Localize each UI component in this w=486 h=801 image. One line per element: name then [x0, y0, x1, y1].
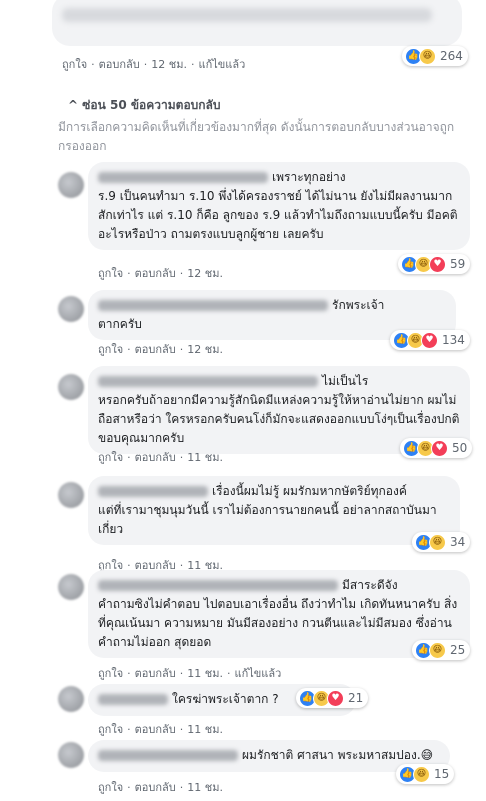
commenter-name[interactable] [98, 300, 328, 311]
blurred-text [62, 8, 432, 22]
avatar[interactable] [58, 482, 84, 508]
like-link[interactable]: ถูกใจ [98, 781, 123, 794]
haha-reaction-icon: 😆 [429, 641, 446, 659]
reply-bubble: ผมรักชาติ ศาสนา พระมหาสมปอง.😅 [88, 740, 450, 772]
avatar[interactable] [58, 374, 84, 400]
timestamp[interactable]: 12 ชม. [187, 343, 223, 356]
reply-reactions[interactable]: 👍 😆 ♥ 59 [398, 254, 471, 274]
haha-reaction-icon: 😆 [413, 765, 430, 783]
like-link[interactable]: ถูกใจ [98, 451, 123, 464]
reply-actions: ถูกใจ · ตอบกลับ · 11 ชม. [98, 451, 223, 464]
sweat-smile-emoji: 😅 [420, 748, 434, 762]
reply-actions: ถูกใจ · ตอบกลับ · 11 ชม. · แก้ไขแล้ว [98, 667, 282, 680]
timestamp[interactable]: 11 ชม. [187, 667, 223, 680]
reply-actions: ถูกใจ · ตอบกลับ · 12 ชม. [98, 267, 223, 280]
reply-actions: ถูกใจ · ตอบกลับ · 11 ชม. [98, 723, 223, 736]
reply-bubble: เพราะทุกอย่าง ร.9 เป็นคนทำมา ร.10 พึ่งได… [88, 162, 470, 250]
reply-reactions[interactable]: 👍 😆 ♥ 134 [390, 330, 470, 350]
reply-link[interactable]: ตอบกลับ [99, 58, 140, 71]
love-reaction-icon: ♥ [421, 331, 438, 349]
reply-link[interactable]: ตอบกลับ [135, 723, 176, 736]
like-link[interactable]: ถูกใจ [98, 667, 123, 680]
like-link[interactable]: ถูกใจ [98, 267, 123, 280]
reply-link[interactable]: ตอบกลับ [135, 267, 176, 280]
reply-actions: ถูกใจ · ตอบกลับ · 11 ชม. [98, 781, 223, 794]
timestamp[interactable]: 12 ชม. [151, 58, 187, 71]
hide-replies-link[interactable]: ^ ซ่อน 50 ข้อความตอบกลับ [68, 96, 221, 115]
timestamp[interactable]: 12 ชม. [187, 267, 223, 280]
avatar[interactable] [58, 296, 84, 322]
reply-reactions[interactable]: 👍 😆 ♥ 50 [400, 438, 473, 458]
timestamp[interactable]: 11 ชม. [187, 781, 223, 794]
commenter-name[interactable] [98, 172, 268, 183]
reply-bubble: เรื่องนี้ผมไม่รู้ ผมรักมหากษัตริย์ทุกองค… [88, 476, 460, 545]
commenter-name[interactable] [98, 486, 208, 497]
avatar[interactable] [58, 574, 84, 600]
reply-link[interactable]: ตอบกลับ [135, 667, 176, 680]
filter-notice: มีการเลือกความคิดเห็นที่เกี่ยวข้องมากที่… [58, 120, 455, 153]
commenter-name[interactable] [98, 580, 338, 591]
reply-link[interactable]: ตอบกลับ [135, 781, 176, 794]
love-reaction-icon: ♥ [327, 689, 344, 707]
reply-reactions[interactable]: 👍 😆 15 [396, 764, 455, 784]
edited-label[interactable]: แก้ไขแล้ว [198, 58, 245, 71]
like-link[interactable]: ถูกใจ [98, 343, 123, 356]
haha-reaction-icon: 😆 [419, 47, 436, 65]
reply-reactions[interactable]: 👍 😆 25 [412, 640, 471, 660]
timestamp[interactable]: 11 ชม. [187, 723, 223, 736]
haha-reaction-icon: 😆 [429, 533, 446, 551]
edited-label[interactable]: แก้ไขแล้ว [234, 667, 281, 680]
reply-link[interactable]: ตอบกลับ [135, 451, 176, 464]
avatar[interactable] [58, 742, 84, 768]
avatar[interactable] [58, 686, 84, 712]
commenter-name[interactable] [98, 750, 238, 761]
avatar[interactable] [58, 172, 84, 198]
commenter-name[interactable] [98, 694, 168, 705]
like-link[interactable]: ถูกใจ [98, 723, 123, 736]
reply-reactions[interactable]: 👍 😆 ♥ 21 [296, 688, 369, 708]
top-comment-bubble [52, 0, 462, 46]
top-comment-reactions[interactable]: 👍 😆 264 [402, 46, 468, 66]
timestamp[interactable]: 11 ชม. [187, 451, 223, 464]
like-link[interactable]: ถูกใจ [62, 58, 87, 71]
reply-text: ผมรักชาติ ศาสนา พระมหาสมปอง. [242, 748, 421, 762]
love-reaction-icon: ♥ [431, 439, 448, 457]
reply-actions: ถูกใจ · ตอบกลับ · 12 ชม. [98, 343, 223, 356]
reply-reactions[interactable]: 👍 😆 34 [412, 532, 471, 552]
commenter-name[interactable] [98, 376, 318, 387]
love-reaction-icon: ♥ [429, 255, 446, 273]
top-comment-actions: ถูกใจ · ตอบกลับ · 12 ชม. · แก้ไขแล้ว [62, 58, 246, 71]
reply-link[interactable]: ตอบกลับ [135, 343, 176, 356]
reply-text: ใครฆ่าพระเจ้าตาก ? [172, 692, 279, 706]
